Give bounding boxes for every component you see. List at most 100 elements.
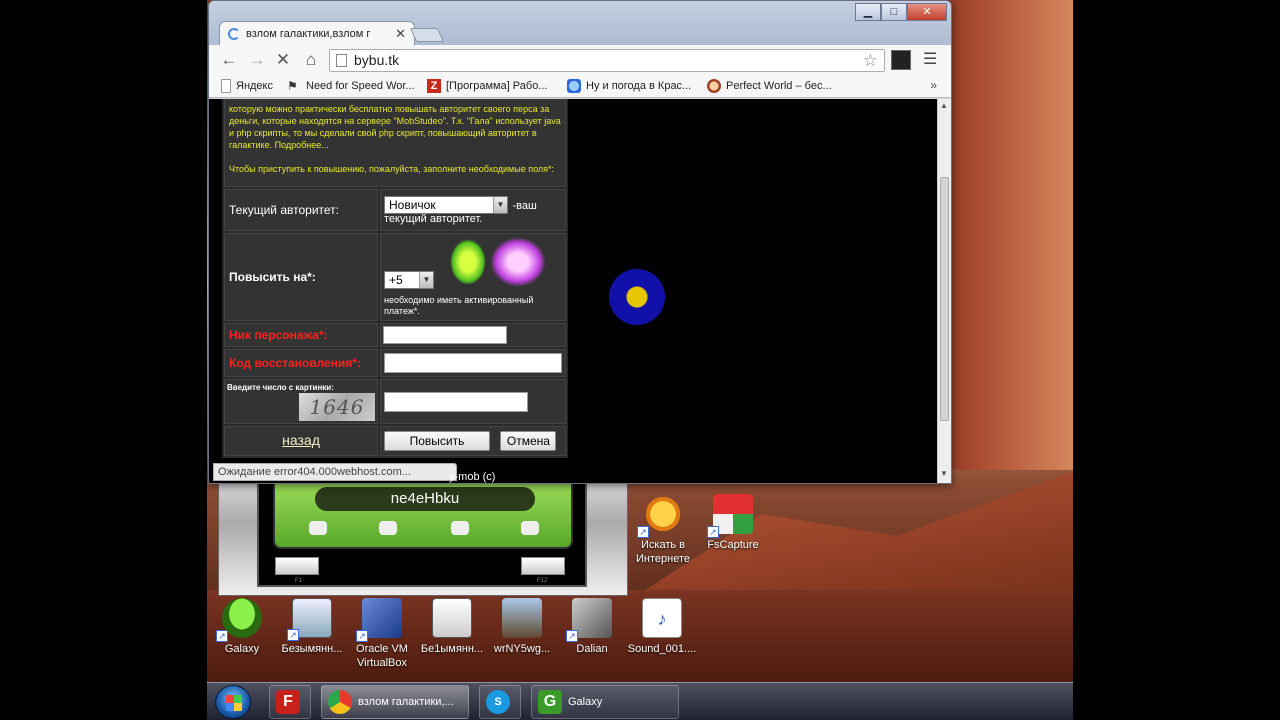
galaxy-g-icon: G [538,690,562,714]
desktop-icon-label: Galaxy [224,643,260,655]
start-button[interactable] [215,685,251,719]
desktop-icon-label: FsCapture [707,539,759,551]
raise-by-cell: +5 ▼ необходимо иметь активированный пла… [380,233,566,321]
galaxy-app-title: ne4eHbku [315,487,535,511]
chevron-down-icon: ▼ [419,272,433,288]
close-icon: ✕ [922,6,932,18]
search-internet-icon: ↗ [637,494,683,538]
galaxy-app-screen: ne4eHbku [273,477,573,549]
filezilla-icon: F [276,690,300,714]
raise-by-select[interactable]: +5 ▼ [384,271,434,289]
tab-title: взлом галактики,взлом г [246,28,371,40]
page-content: которую можно практически бесплатно повы… [209,99,937,483]
softkey-right-label: F12 [537,578,548,584]
taskbar-skype[interactable]: S [479,685,521,719]
bookmark-star-icon[interactable]: ☆ [863,50,878,71]
desktop-icon-fscapture[interactable]: ↗ FsCapture [695,494,771,552]
current-authority-suffix: -ваш [512,199,537,212]
intro-cell: которую можно практически бесплатно повы… [224,99,566,187]
bookmark-item[interactable]: Ну и погода в Крас... [567,79,691,93]
minimize-button[interactable]: ▁ [855,3,881,21]
taskbar-filezilla[interactable]: F [269,685,311,719]
nick-input[interactable] [383,326,507,344]
back-link[interactable]: назад [282,432,320,448]
raise-by-label: Повысить на*: [224,233,378,321]
alien-icon: ↗ [216,598,262,642]
desktop-icon-sound[interactable]: ♪ Sound_001.... [624,598,700,656]
cursor-highlight [609,269,665,325]
wav-file-icon: ♪ [642,598,682,638]
current-authority-select[interactable]: Новичок ▼ [384,195,508,214]
nfs-icon: ⚑ [287,79,298,93]
desktop-icon-label: Dalian [576,643,608,655]
skype-icon: S [486,690,510,714]
photo-icon [502,598,542,638]
bookmark-item[interactable]: ⚑ Need for Speed Wor... [287,79,415,93]
intro-instruction: Чтобы приступить к повышению, пожалуйста… [229,164,555,174]
chat-icon[interactable] [309,521,327,535]
menu-list-icon[interactable] [521,521,539,535]
person-icon[interactable] [451,521,469,535]
galaxy-app-window[interactable]: ne4eHbku F1 F12 [218,474,628,596]
captcha-cell: Введите число с картинки: 1646 [224,379,378,424]
raise-authority-form: которую можно практически бесплатно повы… [222,99,568,458]
desktop-icon-untitled1[interactable]: ↗ Безымянн... [274,598,350,656]
close-window-button[interactable]: ✕ [907,3,947,21]
new-tab-button[interactable] [409,28,445,42]
virtualbox-icon: ↗ [356,598,402,642]
softkey-left-label: F1 [295,578,303,584]
chevron-down-icon: ▼ [493,196,507,213]
image-file-icon: ↗ [287,598,332,641]
browser-tab[interactable]: взлом галактики,взлом г ✕ [219,21,415,46]
back-cell: назад [224,426,378,456]
browser-titlebar[interactable]: ▁ □ ✕ взлом галактики,взлом г ✕ [209,1,951,46]
scroll-down-icon[interactable]: ▼ [940,469,948,478]
scrollbar-thumb[interactable] [940,177,949,421]
raise-button[interactable]: Повысить [384,431,490,451]
bookmark-label: [Программа] Рабо... [446,80,548,92]
desktop-icon-search-internet[interactable]: ↗ Искать в Интернете [625,494,701,566]
bookmark-item[interactable]: Z [Программа] Рабо... [427,79,547,93]
browser-window[interactable]: ▁ □ ✕ взлом галактики,взлом г ✕ ← → ✕ ⌂ … [208,0,952,484]
bookmark-label: Perfect World – бес... [726,80,832,92]
green-crystal-icon [450,239,486,285]
scroll-up-icon[interactable]: ▲ [940,101,948,110]
bookmark-item[interactable]: Perfect World – бес... [707,79,832,93]
recovery-code-input[interactable] [384,353,562,373]
cancel-button[interactable]: Отмена [500,431,557,451]
desktop-icon-label: Бе1ымянн... [420,643,484,655]
captcha-input[interactable] [384,391,528,412]
menu-icon[interactable]: ☰ [923,50,939,70]
softkey-left[interactable] [275,557,319,575]
browser-toolbar: ← → ✕ ⌂ bybu.tk ☆ ☰ [209,45,951,75]
forward-arrow-icon[interactable]: → [247,50,267,70]
desktop-icon-photo[interactable]: wrNY5wg... [484,598,560,656]
page-scrollbar[interactable]: ▲ ▼ [937,99,951,483]
captcha-label: Введите число с картинки: [227,383,334,392]
desktop-icon-untitled2[interactable]: Бе1ымянн... [414,598,490,656]
stop-icon[interactable]: ✕ [273,50,293,70]
desktop-icon-virtualbox[interactable]: ↗ Oracle VM VirtualBox [344,598,420,670]
hand-icon[interactable] [379,521,397,535]
page-footer: y-mob (c) [449,471,496,483]
recovery-code-cell [380,349,566,377]
bookmark-item[interactable]: Яндекс [221,79,273,93]
maximize-button[interactable]: □ [881,3,907,21]
z-logo-icon: Z [427,79,441,93]
current-authority-note: текущий авторитет. [384,212,483,225]
bookmark-label: Need for Speed Wor... [306,80,415,92]
tab-close-icon[interactable]: ✕ [395,26,406,42]
desktop-icon-dalian[interactable]: ↗ Dalian [554,598,630,656]
current-authority-cell: Новичок ▼ -ваш текущий авторитет. [380,189,566,231]
desktop-icon-galaxy[interactable]: ↗ Galaxy [204,598,280,656]
address-bar[interactable]: bybu.tk ☆ [329,49,885,72]
bookmarks-more-icon[interactable]: » [930,78,937,92]
bookmark-label: Ну и погода в Крас... [586,80,692,92]
softkey-right[interactable] [521,557,565,575]
image-file-icon [432,598,472,638]
back-arrow-icon[interactable]: ← [219,50,239,70]
extension-icon[interactable] [891,50,911,70]
taskbar-chrome[interactable]: взлом галактики,... [321,685,469,719]
taskbar-galaxy[interactable]: G Galaxy [531,685,679,719]
home-icon[interactable]: ⌂ [301,50,321,70]
